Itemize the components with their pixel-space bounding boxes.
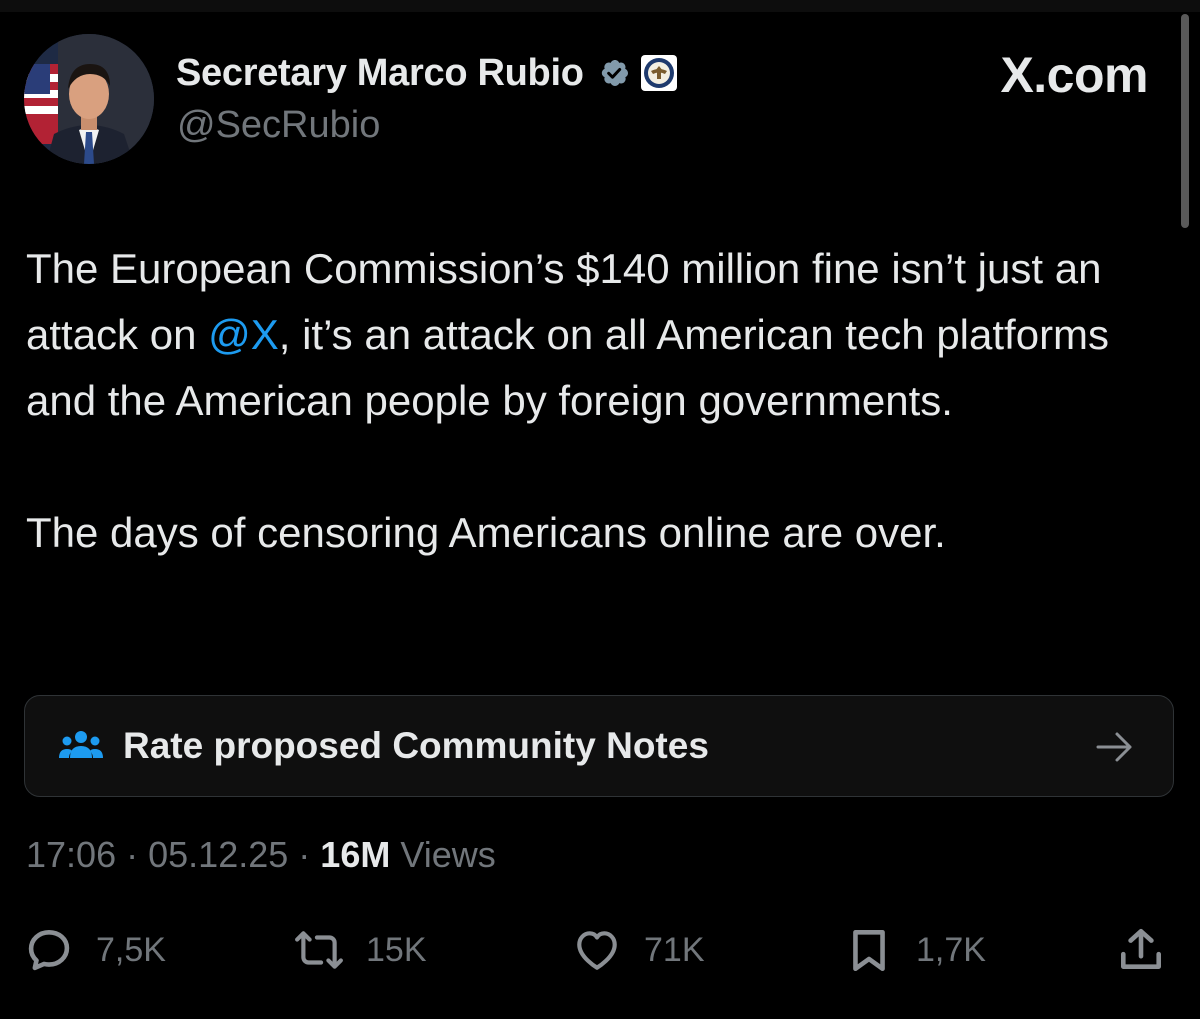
tweet-text: The European Commission’s $140 million f… [26, 236, 1166, 566]
arrow-right-icon [1096, 732, 1132, 762]
reply-icon [28, 930, 70, 971]
tweet-time[interactable]: 17:06 [26, 834, 116, 875]
like-button[interactable]: 71K [572, 920, 705, 980]
share-button[interactable] [1116, 920, 1166, 980]
meta-separator: · [126, 834, 139, 875]
bookmark-button[interactable]: 1,7K [844, 920, 986, 980]
avatar-photo-icon [24, 34, 154, 164]
tweet-date[interactable]: 05.12.25 [148, 834, 288, 875]
tweet-meta: 17:06 · 05.12.25 · 16M Views [26, 834, 496, 876]
like-count: 71K [644, 930, 705, 969]
mention-link[interactable]: @X [208, 311, 279, 358]
author-name[interactable]: Secretary Marco Rubio [176, 52, 584, 95]
community-notes-label: Rate proposed Community Notes [123, 725, 709, 766]
action-bar: 7,5K 15K 71K 1,7K [0, 920, 1200, 980]
state-department-seal-icon [640, 55, 677, 91]
repost-button[interactable]: 15K [294, 920, 427, 980]
bookmark-count: 1,7K [916, 930, 986, 969]
verified-badge-icon[interactable] [594, 53, 634, 93]
share-icon [1121, 928, 1161, 969]
scrollbar[interactable] [1181, 14, 1189, 228]
people-icon [59, 731, 103, 758]
author-handle[interactable]: @SecRubio [177, 104, 380, 147]
bookmark-icon [853, 930, 885, 972]
meta-separator: · [298, 834, 311, 875]
community-notes-button[interactable]: Rate proposed Community Notes [24, 695, 1174, 797]
views-count: 16M [320, 834, 391, 875]
heart-icon [577, 931, 617, 970]
repost-icon [295, 931, 343, 969]
reply-count: 7,5K [96, 930, 166, 969]
author-name-row: Secretary Marco Rubio [176, 46, 678, 100]
x-com-logo: X.com [1000, 47, 1148, 103]
repost-count: 15K [366, 930, 427, 969]
tweet-paragraph-1: The European Commission’s $140 million f… [26, 236, 1166, 434]
reply-button[interactable]: 7,5K [24, 920, 166, 980]
top-bar [0, 0, 1200, 12]
avatar[interactable] [24, 34, 154, 164]
views-label: Views [400, 834, 496, 875]
tweet-paragraph-2: The days of censoring Americans online a… [26, 509, 946, 556]
